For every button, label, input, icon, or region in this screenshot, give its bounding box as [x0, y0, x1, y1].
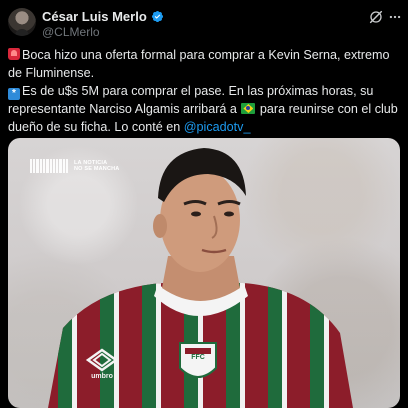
tweet-paragraph-2: * Es de u$s 5M para comprar el pase. En l…: [8, 82, 400, 136]
crest-label: FFC: [191, 354, 205, 361]
author-handle[interactable]: @CLMerlo: [42, 25, 100, 39]
author-name[interactable]: César Luis Merlo: [42, 9, 147, 24]
tweet-text: Boca hizo una oferta formal para comprar…: [8, 46, 400, 136]
tweet-paragraph-1: Boca hizo una oferta formal para comprar…: [8, 46, 400, 82]
tweet-photo[interactable]: LA NOTICIA NO SE MANCHA FFC umbro: [8, 138, 400, 408]
tweet-line-1: Boca hizo una oferta formal para comprar…: [8, 48, 390, 80]
more-options-icon[interactable]: [388, 10, 402, 24]
brazil-flag-emoji: [241, 103, 256, 114]
asterisk-emoji: *: [8, 88, 20, 100]
mention-link[interactable]: @picadotv_: [184, 120, 251, 134]
avatar[interactable]: [8, 8, 36, 36]
player-figure: [48, 148, 353, 408]
verified-badge-icon: [151, 10, 163, 23]
tweet-header: César Luis Merlo @CLMerlo: [0, 0, 408, 44]
alarm-light-emoji: [8, 48, 20, 60]
sponsor-label: umbro: [91, 373, 113, 380]
author-name-row: César Luis Merlo: [42, 9, 164, 24]
grok-icon[interactable]: [368, 9, 384, 25]
